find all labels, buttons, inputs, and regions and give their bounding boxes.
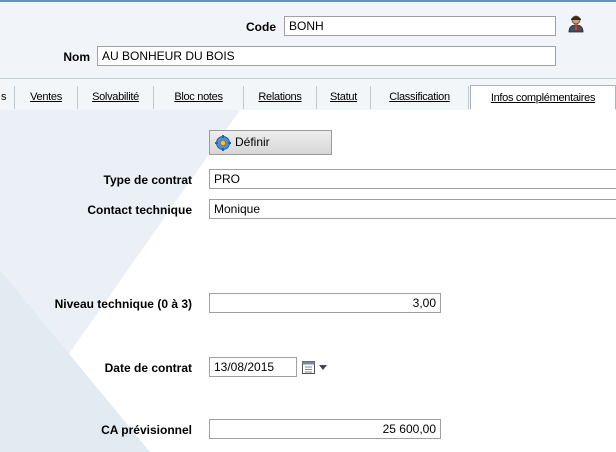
tab-bloc-notes[interactable]: Bloc notes xyxy=(154,86,244,109)
tab-bloc-notes-label: Bloc notes xyxy=(174,91,223,103)
tab-relations[interactable]: Relations xyxy=(244,86,317,109)
tab-solvabilite[interactable]: Solvabilité xyxy=(78,86,154,109)
ca-previsionnel-field[interactable]: 25 600,00 xyxy=(209,419,441,439)
nom-label: Nom xyxy=(63,50,90,64)
contact-technique-field[interactable]: Monique xyxy=(209,199,616,219)
definir-label: Définir xyxy=(235,135,270,149)
tab-solvabilite-label: Solvabilité xyxy=(92,91,139,103)
code-field[interactable]: BONH xyxy=(284,16,556,36)
type-contrat-label: Type de contrat xyxy=(103,173,192,187)
record-header: Code BONH Nom AU BONHEUR DU BOIS xyxy=(0,0,616,79)
tab-statut-label: Statut xyxy=(330,91,357,103)
calendar-icon[interactable] xyxy=(302,360,315,374)
top-rule xyxy=(0,0,616,2)
person-icon[interactable] xyxy=(568,15,584,33)
tab-content-panel: Définir Type de contrat PRO Contact tech… xyxy=(0,110,616,452)
tab-infos-complementaires-label: Infos complémentaires xyxy=(490,92,596,104)
gear-icon xyxy=(215,135,231,151)
nom-field[interactable]: AU BONHEUR DU BOIS xyxy=(97,46,556,66)
tab-relations-label: Relations xyxy=(258,91,302,103)
tab-ventes-label: Ventes xyxy=(30,91,62,103)
chevron-down-icon[interactable] xyxy=(319,365,327,370)
tab-bar: s Ventes Solvabilité Bloc notes Relation… xyxy=(0,85,616,111)
date-contrat-field[interactable]: 13/08/2015 xyxy=(209,357,297,377)
tab-ventes[interactable]: Ventes xyxy=(15,86,78,109)
contact-technique-label: Contact technique xyxy=(87,203,192,217)
code-label: Code xyxy=(246,20,276,34)
tab-statut[interactable]: Statut xyxy=(317,86,371,109)
niveau-technique-field[interactable]: 3,00 xyxy=(209,293,441,313)
tab-clipped[interactable]: s xyxy=(0,86,15,109)
background-diagonal xyxy=(0,110,240,452)
tab-classification[interactable]: Classification xyxy=(371,86,469,109)
niveau-technique-label: Niveau technique (0 à 3) xyxy=(54,297,192,311)
tab-classification-label: Classification xyxy=(389,91,450,103)
ca-previsionnel-label: CA prévisionnel xyxy=(101,423,192,437)
tab-infos-complementaires[interactable]: Infos complémentaires xyxy=(470,85,616,110)
definir-button[interactable]: Définir xyxy=(209,130,332,155)
date-contrat-label: Date de contrat xyxy=(104,361,192,375)
type-contrat-field[interactable]: PRO xyxy=(209,169,616,189)
